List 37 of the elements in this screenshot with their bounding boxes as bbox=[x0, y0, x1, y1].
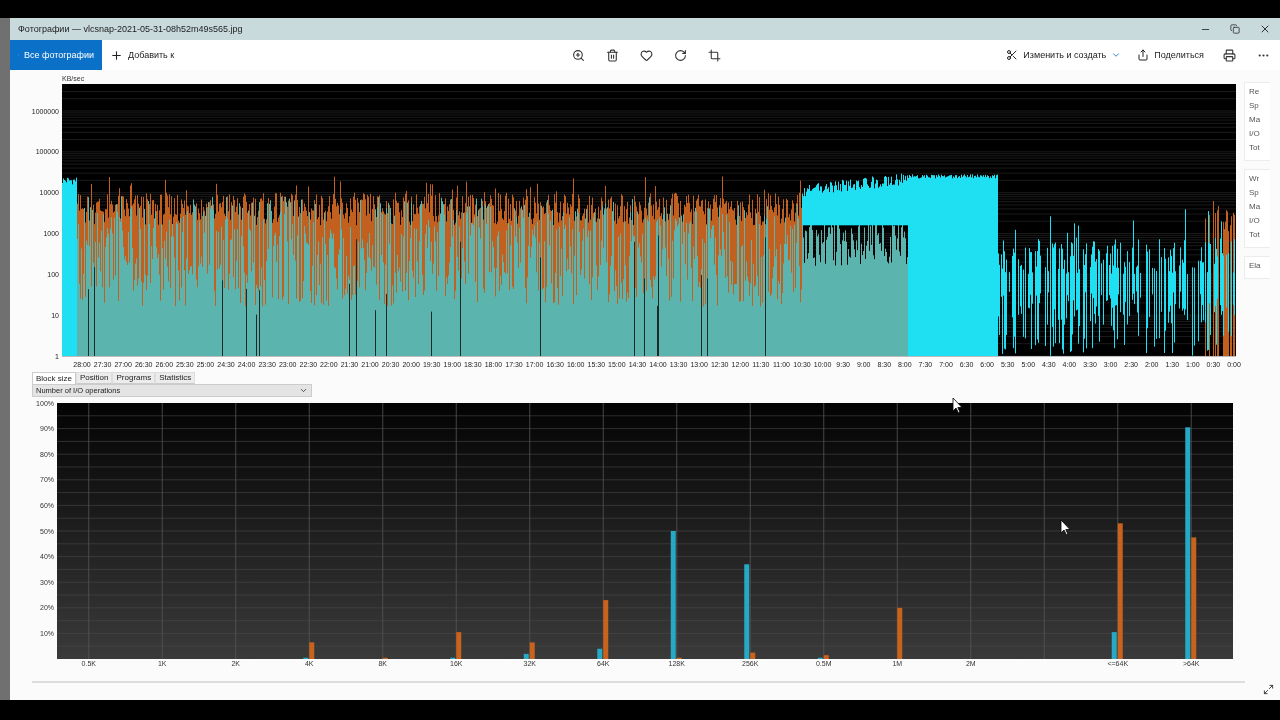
stat-label: I/O bbox=[1249, 129, 1261, 138]
window-title: Фотографии — vlcsnap-2021-05-31-08h52m49s565.jpg bbox=[18, 24, 244, 34]
stat-label: Tot bbox=[1249, 143, 1261, 152]
stat-label: Sp bbox=[1249, 188, 1260, 197]
heart-icon bbox=[639, 48, 653, 62]
zoom-in-icon bbox=[571, 48, 585, 62]
stat-label: Ma bbox=[1249, 115, 1262, 124]
scissors-icon bbox=[1006, 49, 1019, 61]
plus-icon bbox=[110, 48, 123, 62]
stat-label: I/O bbox=[1249, 216, 1261, 225]
close-icon bbox=[1259, 23, 1271, 35]
edit-create-button[interactable]: Изменить и создать bbox=[998, 40, 1130, 70]
all-photos-button[interactable]: Все фотографии bbox=[10, 40, 102, 70]
tab[interactable]: Statistics bbox=[155, 372, 196, 384]
stat-label: Wr bbox=[1249, 174, 1261, 183]
tab[interactable]: Position bbox=[76, 372, 113, 384]
tab[interactable]: Block size bbox=[32, 372, 76, 384]
cursor-icon bbox=[952, 397, 963, 414]
tab[interactable]: Programs bbox=[112, 372, 156, 384]
share-button[interactable]: Поделиться bbox=[1129, 40, 1212, 70]
stat-label: Ma bbox=[1249, 202, 1262, 211]
stat-label: Re bbox=[1249, 87, 1261, 96]
chevron-icon bbox=[1111, 50, 1122, 60]
cursor-icon bbox=[1060, 519, 1071, 536]
chevron-icon bbox=[299, 386, 308, 395]
trash-icon bbox=[605, 48, 619, 62]
crop-icon bbox=[707, 48, 721, 62]
stat-label: Tot bbox=[1249, 230, 1261, 239]
bar bbox=[897, 607, 903, 659]
restore-icon bbox=[1230, 24, 1240, 34]
share-icon bbox=[1137, 49, 1150, 61]
expand-icon[interactable] bbox=[1263, 684, 1274, 695]
add-to-button[interactable]: Добавить к bbox=[102, 40, 183, 70]
rotate-icon bbox=[673, 48, 687, 62]
stat-label: Sp bbox=[1249, 101, 1260, 110]
stat-label: Ela bbox=[1249, 261, 1262, 270]
printer-icon bbox=[1222, 48, 1236, 62]
